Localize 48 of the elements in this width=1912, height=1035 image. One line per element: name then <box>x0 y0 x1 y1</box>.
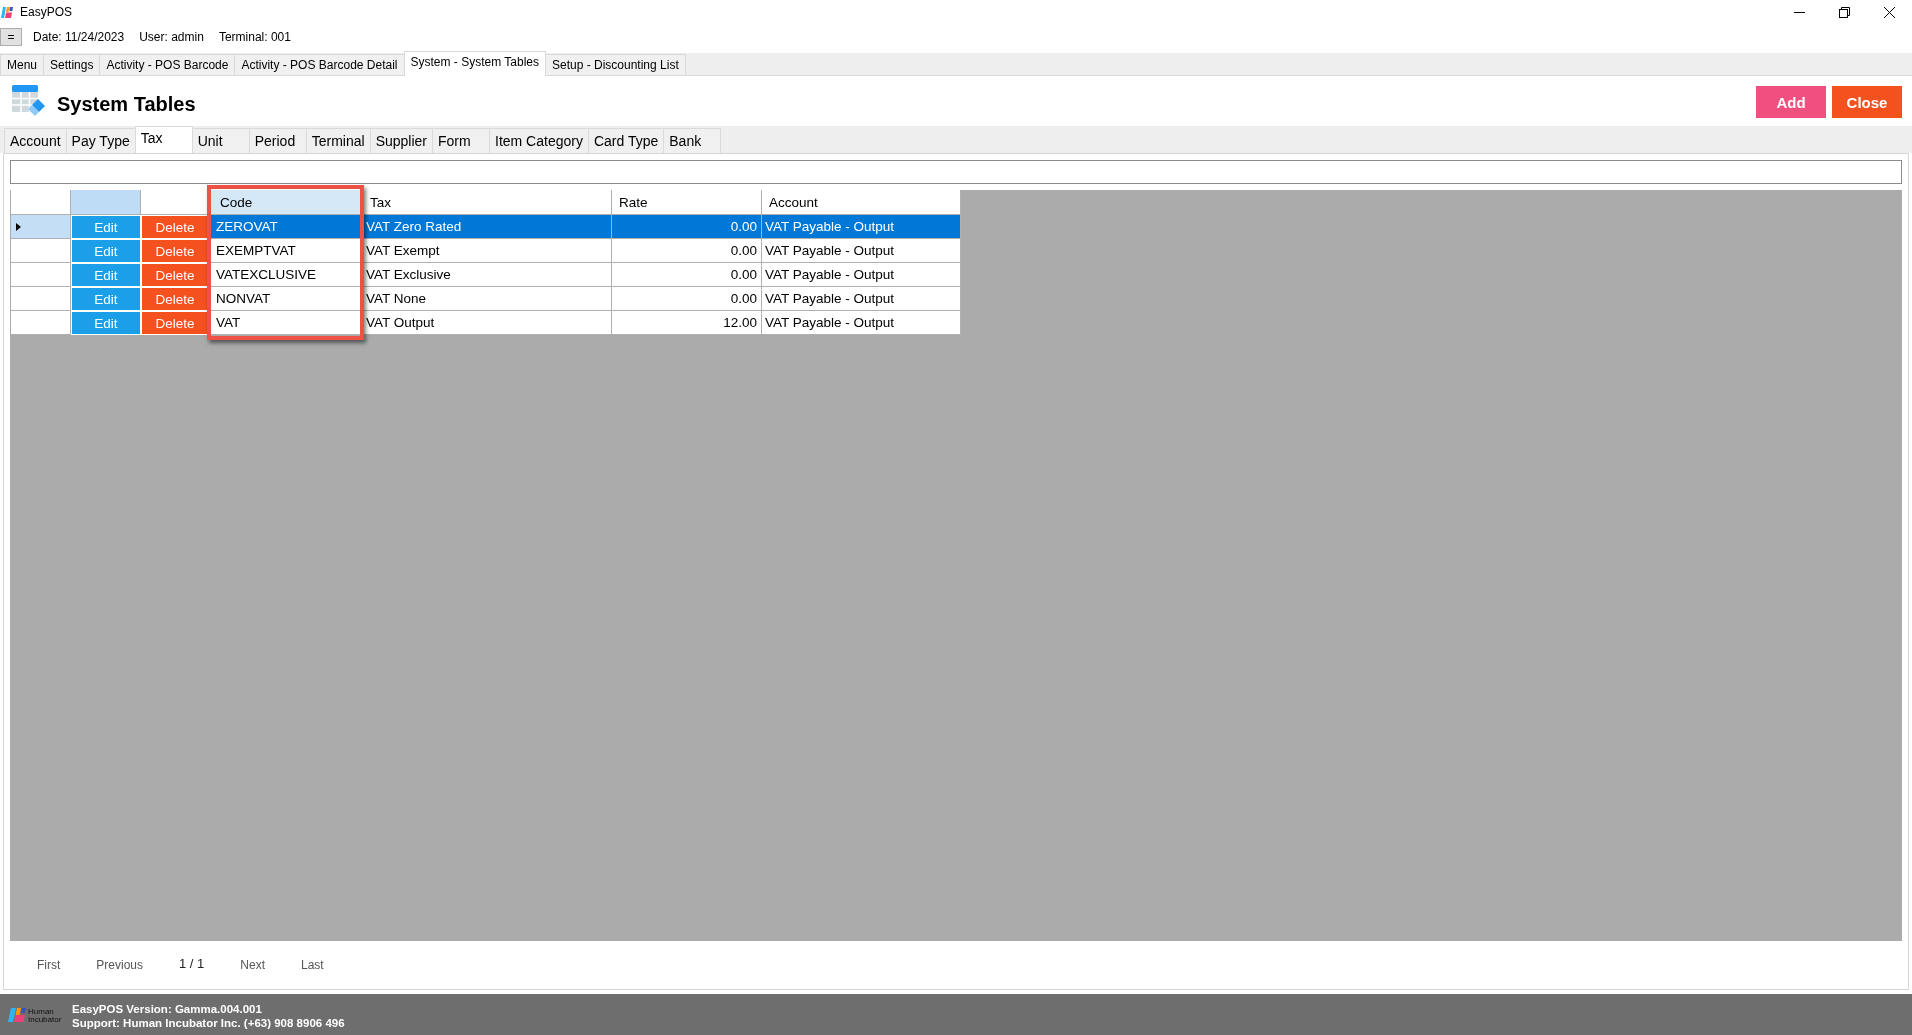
document-tab[interactable]: Menu <box>0 54 45 75</box>
search-field[interactable] <box>10 160 1902 184</box>
table-cell: VAT Payable - Output <box>762 239 961 263</box>
table-cell: VAT Payable - Output <box>762 263 961 287</box>
user-label: User: admin <box>139 30 204 44</box>
close-icon <box>1884 6 1895 18</box>
table-tab[interactable]: Tax <box>134 126 193 153</box>
column-header: Tax <box>363 190 612 215</box>
table-cell: 12.00 <box>612 311 762 335</box>
page-title: System Tables <box>57 92 196 116</box>
table-tab[interactable]: Account <box>4 128 67 153</box>
document-tab[interactable]: Activity - POS Barcode Detail <box>234 54 405 75</box>
table-cell: VAT Zero Rated <box>363 215 612 239</box>
first-link[interactable]: First <box>37 958 61 972</box>
menu-button[interactable]: = <box>0 28 22 46</box>
table-cell: VAT Output <box>363 311 612 335</box>
table-tab[interactable]: Bank <box>663 128 722 153</box>
table-cell: 0.00 <box>612 215 762 239</box>
document-tab[interactable]: Settings <box>43 54 101 75</box>
logo-icon <box>1 6 13 18</box>
logo-text: Human Incubator <box>28 1007 63 1024</box>
table-cell: VAT Exclusive <box>363 263 612 287</box>
table-cell: 0.00 <box>612 287 762 311</box>
triangle-icon <box>16 222 21 231</box>
table-cell: VAT Payable - Output <box>762 311 961 335</box>
table-cell: 0.00 <box>612 263 762 287</box>
document-tab[interactable]: Setup - Discounting List <box>545 54 686 75</box>
table-cell: 0.00 <box>612 239 762 263</box>
terminal-label: Terminal: 001 <box>218 30 291 44</box>
next-link[interactable]: Next <box>240 958 265 972</box>
page-indicator: 1 / 1 <box>179 956 205 971</box>
table-cell: VAT None <box>363 287 612 311</box>
restore-icon <box>1839 6 1850 18</box>
last-link[interactable]: Last <box>301 958 324 972</box>
table-cell: VAT Payable - Output <box>762 215 961 239</box>
support-text: Support: Human Incubator Inc. (+63) 908 8906 496 <box>72 1016 345 1029</box>
column-header: Account <box>762 190 961 215</box>
table-cell: VAT Exempt <box>363 239 612 263</box>
table-cell: VAT Payable - Output <box>762 287 961 311</box>
logo-icon <box>8 1007 26 1022</box>
column-header: Rate <box>612 190 762 215</box>
table-icon <box>12 85 46 117</box>
document-tab[interactable]: Activity - POS Barcode <box>99 54 236 75</box>
document-tab[interactable]: System - System Tables <box>403 51 546 76</box>
previous-link[interactable]: Previous <box>96 958 143 972</box>
version-text: EasyPOS Version: Gamma.004.001 <box>72 1002 263 1015</box>
window-title: EasyPOS <box>20 5 73 19</box>
date-label: Date: 11/24/2023 <box>33 30 125 44</box>
